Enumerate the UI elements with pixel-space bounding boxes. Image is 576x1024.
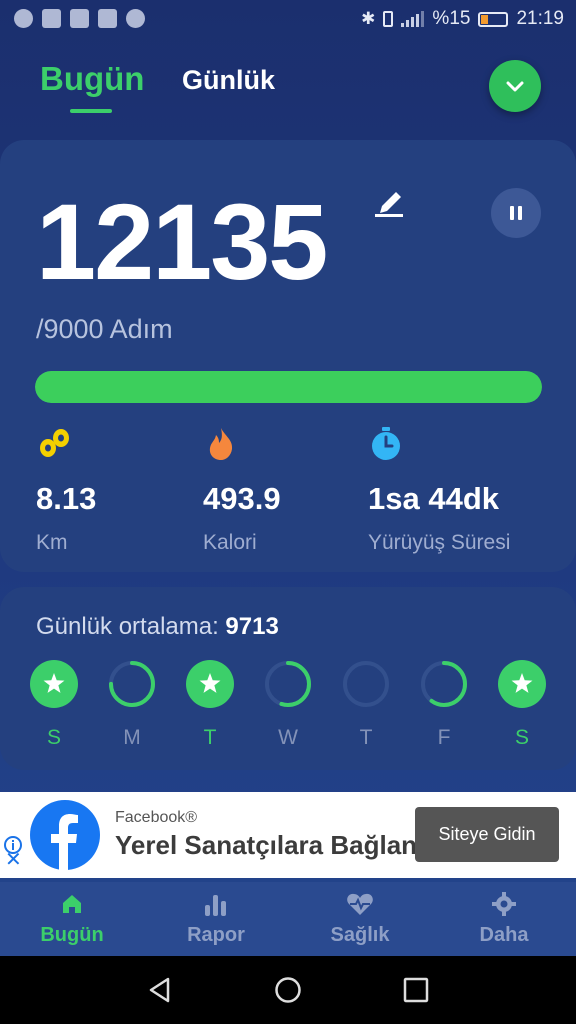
pause-button[interactable] (491, 188, 541, 238)
stopwatch-icon (372, 427, 400, 460)
calorie-stat: 493.9 Kalori (203, 426, 281, 554)
home-circle-icon[interactable] (274, 976, 302, 1004)
progress-ring-icon (265, 661, 311, 707)
step-count: 12135 (36, 181, 328, 302)
active-tab-indicator (70, 109, 112, 113)
weekday-rings: SMTWTFS (30, 660, 550, 750)
bar-chart-icon (205, 895, 226, 916)
spotify-icon (14, 9, 33, 28)
nav-label-report: Rapor (187, 924, 245, 946)
day-label: W (278, 726, 298, 749)
system-indicators: ✱ %15 21:19 (361, 8, 564, 30)
star-badge-icon (498, 660, 546, 708)
ad-brand: Facebook® (115, 809, 198, 826)
daily-average-label: Günlük ortalama: (36, 613, 226, 640)
step-progress-fill (35, 371, 542, 403)
pause-icon (510, 206, 522, 220)
day-label: S (514, 726, 529, 749)
news-icon (42, 9, 61, 28)
whatsapp-icon (126, 9, 145, 28)
status-bar: ✱ %15 21:19 (0, 0, 576, 38)
tab-today[interactable]: Bugün (40, 60, 144, 98)
nav-item-more[interactable]: Daha (444, 888, 564, 947)
progress-ring-icon (109, 661, 155, 707)
distance-label: Km (36, 531, 68, 554)
recents-icon[interactable] (402, 976, 430, 1004)
day-item[interactable]: F (420, 660, 468, 750)
daily-average-value: 9713 (225, 613, 279, 640)
chevron-down-icon (506, 81, 524, 92)
day-item[interactable]: T (342, 660, 390, 750)
day-item[interactable]: M (108, 660, 156, 750)
progress-ring-icon (343, 661, 389, 707)
weekly-average-card: Günlük ortalama: 9713 S M T W T F S (0, 587, 576, 770)
bottom-nav: Bugün Rapor Sağlık Daha (0, 882, 576, 956)
notification-icons (14, 9, 145, 28)
day-label: M (123, 726, 141, 749)
step-summary-card: 12135 /9000 Adım 8.13 Km 493.9 Kalori 1s… (0, 140, 576, 572)
cloud-icon (70, 9, 89, 28)
nav-item-today[interactable]: Bugün (12, 888, 132, 947)
duration-label: Yürüyüş Süresi (368, 531, 511, 554)
day-item[interactable]: W (264, 660, 312, 750)
pencil-icon (375, 192, 403, 217)
star-badge-icon (30, 660, 78, 708)
system-navigation-bar (0, 956, 576, 1024)
day-label: T (359, 726, 373, 749)
nav-item-report[interactable]: Rapor (156, 888, 276, 947)
nav-label-health: Sağlık (330, 924, 390, 946)
vibrate-icon (383, 11, 394, 27)
flame-icon (209, 428, 233, 460)
distance-value: 8.13 (36, 481, 97, 516)
distance-stat: 8.13 Km (36, 426, 96, 554)
day-label: S (46, 726, 61, 749)
day-item[interactable]: S (498, 660, 546, 750)
duration-value: 1sa 44dk (368, 481, 499, 516)
day-item[interactable]: T (186, 660, 234, 750)
nav-label-more: Daha (479, 924, 529, 946)
nav-item-health[interactable]: Sağlık (300, 888, 420, 947)
star-badge-icon (186, 660, 234, 708)
ad-banner[interactable]: ✕ Facebook® Yerel Sanatçılara Bağlan Sit… (0, 792, 576, 878)
duration-stat: 1sa 44dk Yürüyüş Süresi (368, 426, 510, 554)
calorie-value: 493.9 (203, 481, 281, 516)
signal-icon (401, 11, 425, 27)
edit-goal-button[interactable] (372, 188, 406, 218)
day-label: T (203, 726, 217, 749)
wifi-signal-icon (98, 9, 117, 28)
step-goal: /9000 Adım (36, 314, 173, 344)
ad-close-icon[interactable]: ✕ (5, 850, 22, 870)
day-item[interactable]: S (30, 660, 78, 750)
calorie-label: Kalori (203, 531, 257, 554)
battery-percent: %15 (432, 8, 471, 29)
nav-label-today: Bugün (40, 924, 104, 946)
ad-cta-button[interactable]: Siteye Gidin (415, 807, 559, 862)
top-tabs: Bugün Günlük (0, 55, 576, 125)
bluetooth-icon: ✱ (361, 9, 376, 28)
heart-pulse-icon (347, 893, 373, 915)
facebook-logo-icon (30, 800, 100, 870)
dropdown-button[interactable] (489, 60, 541, 112)
footprints-icon (40, 429, 69, 457)
progress-ring-icon (421, 661, 467, 707)
daily-average: Günlük ortalama: 9713 (36, 613, 279, 641)
back-icon[interactable] (146, 976, 174, 1004)
home-icon (63, 895, 81, 913)
clock: 21:19 (516, 8, 564, 29)
day-label: F (437, 726, 451, 749)
tab-daily[interactable]: Günlük (182, 65, 275, 96)
ad-title: Yerel Sanatçılara Bağlan (115, 830, 418, 860)
gear-icon (492, 892, 516, 916)
step-progress-bar (35, 371, 542, 403)
battery-icon (478, 11, 509, 27)
